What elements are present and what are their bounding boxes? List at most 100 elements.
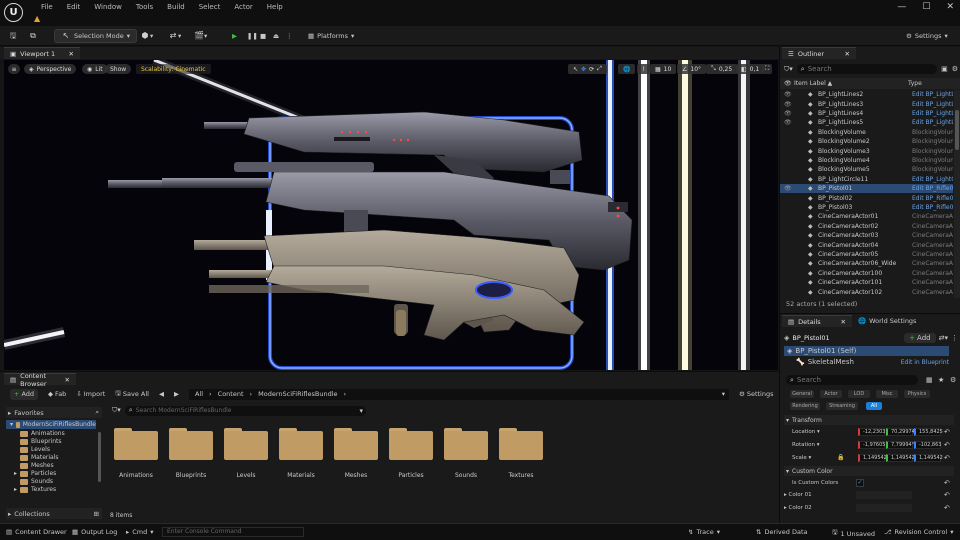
column-item-label[interactable]: Item Label ▲ (794, 80, 832, 87)
visibility-eye-icon[interactable]: 👁 (784, 185, 792, 192)
outliner-row[interactable]: ◆ CineCameraActor04 CineCameraAc (780, 240, 953, 249)
outliner-row[interactable]: 👁 ◆ BP_LightLines3 Edit BP_LightL (780, 99, 953, 108)
color1-swatch[interactable] (856, 491, 912, 499)
rotation-snap-button[interactable]: ∠ 10° (677, 64, 707, 74)
camera-speed-button[interactable]: ◧ 0,1 (736, 64, 765, 74)
select-icon[interactable]: ↖ (573, 66, 578, 73)
blueprint-options-icon[interactable]: ⇄▾ (939, 334, 948, 342)
scalability-warning[interactable]: Scalability: Cinematic (136, 64, 211, 74)
close-icon[interactable]: ✕ (69, 50, 74, 58)
scale-z-field[interactable]: 1,149542 (914, 454, 943, 462)
rotation-y-field[interactable]: 7,79994° (886, 441, 914, 449)
location-y-field[interactable]: 70,29974 (886, 428, 915, 436)
content-drawer-button[interactable]: ▤ Content Drawer (6, 528, 67, 536)
reset-color2-icon[interactable]: ↶ (944, 504, 950, 512)
stop-icon[interactable]: ■ (260, 29, 266, 43)
outliner-row-type[interactable]: Edit BP_LightC (912, 176, 953, 183)
derived-data-button[interactable]: ⇅ Derived Data (756, 528, 808, 536)
breadcrumb-content[interactable]: Content (218, 390, 244, 398)
outliner-row-type[interactable]: Edit BP_LightL (912, 101, 953, 108)
import-button[interactable]: ⇩ Import (76, 390, 105, 398)
collections-header[interactable]: ▸ Collections ⊞ (6, 508, 102, 519)
edit-in-blueprint-link[interactable]: Edit in Blueprint (901, 359, 949, 366)
menu-window[interactable]: Window (87, 2, 129, 12)
tree-folder-animations[interactable]: Animations (20, 430, 65, 437)
tab-content-browser[interactable]: ▤ Content Browser ✕ (4, 372, 76, 388)
details-search[interactable]: ⌕ Search (786, 375, 918, 385)
revision-control-button[interactable]: ⎇ Revision Control ▾ (884, 528, 954, 536)
tab-world-settings[interactable]: 🌐 World Settings (858, 317, 916, 325)
outliner-row-type[interactable]: Edit BP_LightL (912, 119, 953, 126)
is-custom-colors-checkbox[interactable]: ✓ (856, 479, 864, 487)
more-options-icon[interactable]: ⋮ (286, 29, 293, 43)
hamburger-menu-icon[interactable]: ≡ (8, 64, 20, 74)
outliner-row-type[interactable]: Edit BP_Rifle0 (912, 204, 953, 211)
outliner-row[interactable]: ◆ BP_LightCircle11 Edit BP_LightC (780, 175, 953, 184)
scale-icon[interactable]: ⤢ (597, 65, 602, 73)
outliner-row[interactable]: ◆ BP_Pistol03 Edit BP_Rifle0 (780, 203, 953, 212)
close-icon[interactable]: ✕ (841, 318, 846, 326)
save-all-button[interactable]: 🖫 Save All (115, 389, 149, 400)
rotation-z-field[interactable]: -102,863 (914, 441, 941, 449)
outliner-row[interactable]: ◆ CineCameraActor03 CineCameraAc (780, 231, 953, 240)
location-dropdown[interactable]: Location ▾ (792, 429, 820, 435)
outliner-row-type[interactable]: Edit BP_Rifle0 (912, 185, 953, 192)
outliner-row-type[interactable]: Edit BP_Rifle0 (912, 195, 953, 202)
more-options-icon[interactable]: ⋮ (951, 334, 958, 342)
browse-icon[interactable]: ⧉ (28, 29, 38, 43)
cb-settings-button[interactable]: ⚙ Settings (739, 390, 774, 398)
visibility-eye-icon[interactable]: 👁 (784, 110, 792, 117)
add-collection-icon[interactable]: ⊞ (94, 510, 99, 518)
outliner-row[interactable]: 👁 ◆ BP_LightLines4 Edit BP_LightL (780, 109, 953, 118)
menu-actor[interactable]: Actor (227, 2, 259, 12)
outliner-search[interactable]: ⌕ Search (796, 64, 938, 74)
visibility-eye-icon[interactable]: 👁 (784, 101, 792, 108)
filter-icon[interactable]: ⛉▾ (784, 65, 793, 74)
outliner-row[interactable]: ◆ BlockingVolume2 BlockingVolume (780, 137, 953, 146)
tree-folder-meshes[interactable]: Meshes (20, 462, 54, 469)
filter-lod[interactable]: LOD (848, 390, 870, 398)
tree-folder-sounds[interactable]: Sounds (20, 478, 53, 485)
rotation-x-field[interactable]: -1,97605 (858, 441, 885, 449)
rotate-icon[interactable]: ⟳ (589, 66, 594, 73)
cinematics-icon[interactable]: 🎬 ▾ (194, 29, 207, 43)
column-type[interactable]: Type (908, 80, 922, 87)
grid-snap-button[interactable]: ▦ 10 (650, 64, 677, 74)
surface-snap-icon[interactable]: ⌇ (637, 64, 650, 74)
unreal-logo-icon[interactable]: U (4, 3, 23, 22)
level-viewport[interactable]: ≡ ◈ Perspective ◉ Lit Show Scalability: Ci… (4, 60, 778, 370)
folder-levels[interactable] (224, 428, 268, 460)
outliner-row[interactable]: ◆ CineCameraActor06_Wide CineCameraAc (780, 259, 953, 268)
tree-folder-levels[interactable]: Levels (20, 446, 50, 453)
tab-outliner[interactable]: ☰ Outliner ✕ (782, 47, 856, 59)
forward-icon[interactable]: ▶ (174, 390, 179, 398)
menu-tools[interactable]: Tools (129, 2, 160, 12)
reset-scale-icon[interactable]: ↶ (944, 454, 950, 462)
table-view-icon[interactable]: ▦ (926, 376, 933, 384)
move-icon[interactable]: ✥ (581, 66, 586, 73)
outliner-row[interactable]: ◆ BlockingVolume5 BlockingVolume (780, 165, 953, 174)
maximize-icon[interactable]: ☐ (922, 2, 930, 12)
close-icon[interactable]: ✕ (65, 376, 70, 384)
filter-rendering[interactable]: Rendering (790, 402, 820, 410)
menu-build[interactable]: Build (160, 2, 192, 12)
outliner-row[interactable]: ◆ CineCameraActor02 CineCameraAc (780, 222, 953, 231)
color2-swatch[interactable] (856, 504, 912, 512)
tree-folder-textures[interactable]: ▸ Textures (14, 486, 56, 493)
close-icon[interactable]: ✕ (946, 2, 954, 12)
visibility-eye-icon[interactable]: 👁 (784, 119, 792, 126)
outliner-row[interactable]: ◆ BP_Pistol02 Edit BP_Rifle0 (780, 193, 953, 202)
console-command-input[interactable]: Enter Console Command (162, 527, 304, 537)
filter-all[interactable]: All (866, 402, 882, 410)
world-local-icon[interactable]: 🌐 (618, 64, 636, 74)
settings-dropdown[interactable]: ⚙ Settings ▾ (906, 32, 948, 40)
selection-mode-dropdown[interactable]: ↖ Selection Mode ▾ (54, 29, 137, 43)
tree-root-folder[interactable]: ▾ ModernSciFiRiflesBundle (6, 420, 96, 429)
folder-particles[interactable] (389, 428, 433, 460)
asset-search[interactable]: ⌕ Search ModernSciFiRiflesBundle ▾ (124, 405, 366, 416)
eject-icon[interactable]: ⏏ (273, 29, 279, 43)
play-icon[interactable]: ▶ (232, 29, 237, 43)
tab-viewport-1[interactable]: ▣ Viewport 1 ✕ (4, 47, 80, 59)
lock-icon[interactable]: 🔒 (837, 454, 844, 461)
visibility-eye-icon[interactable]: 👁 (784, 91, 792, 98)
